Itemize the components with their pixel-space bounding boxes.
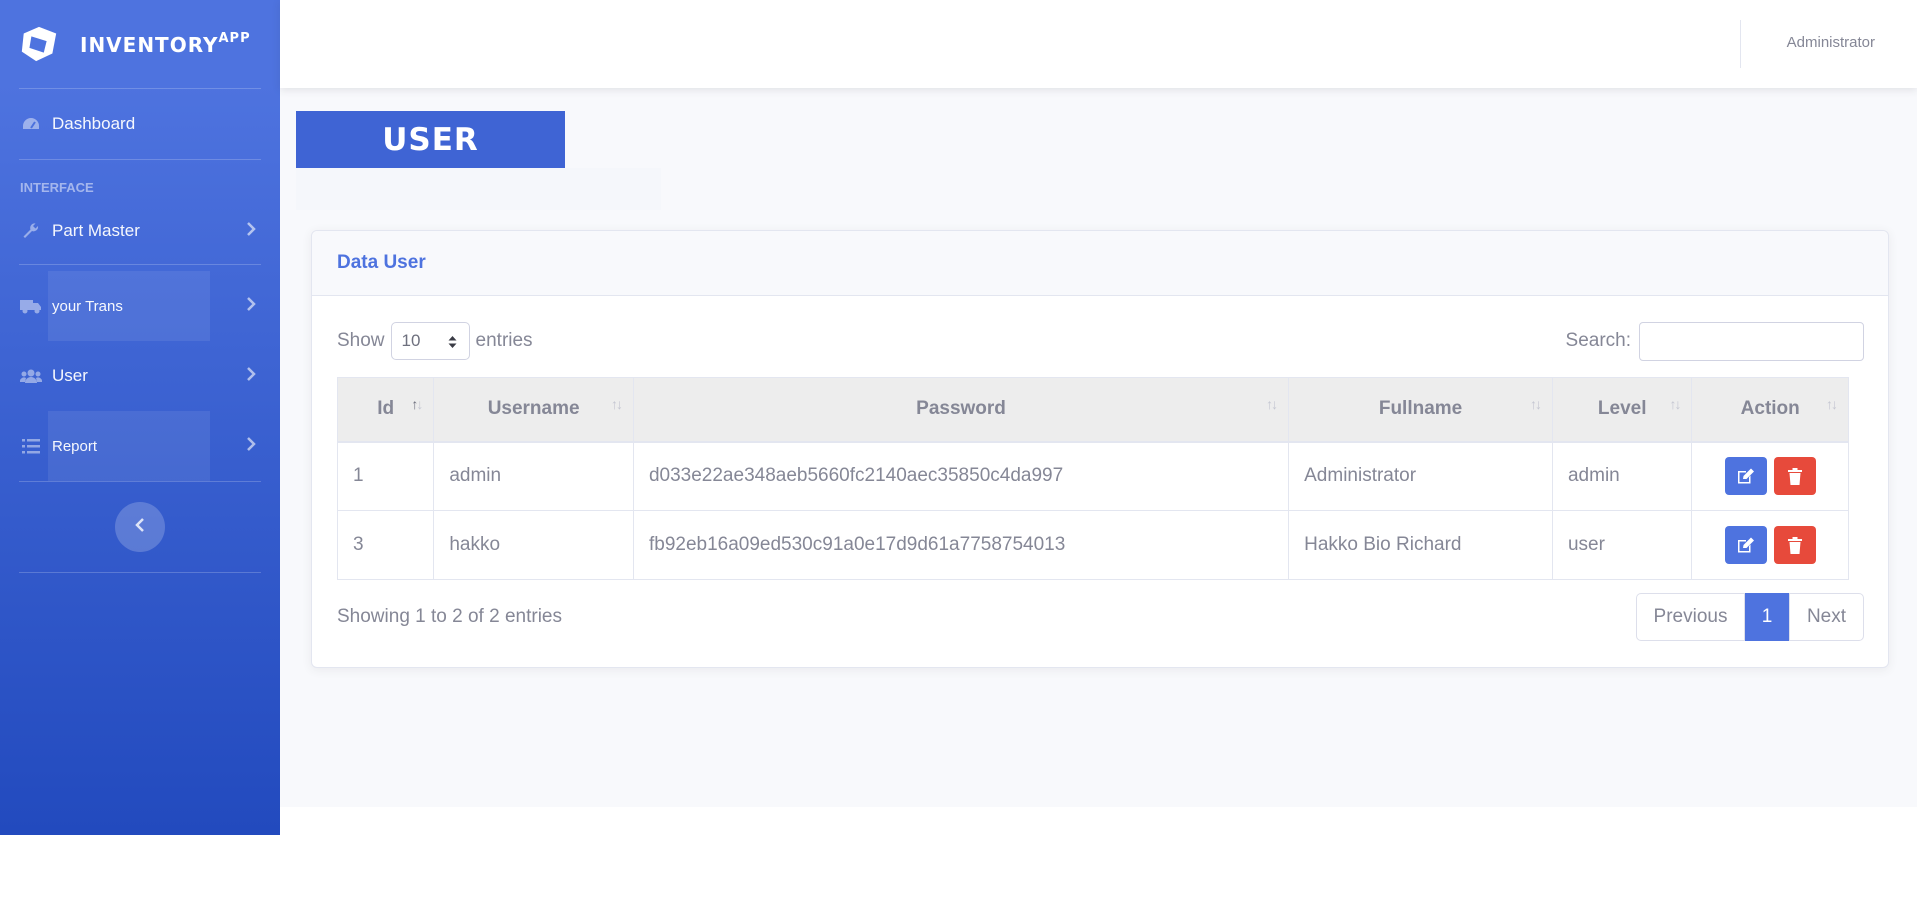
sort-icon: ↑↓ (1826, 396, 1838, 412)
column-header-password[interactable]: Password ↑↓ (632, 377, 1290, 443)
cell-password: d033e22ae348aeb5660fc2140aec35850c4da997 (632, 441, 1290, 511)
cell-password: fb92eb16a09ed530c91a0e17d9d61a7758754013 (632, 510, 1290, 580)
user-menu[interactable]: Administrator (1787, 34, 1875, 51)
topbar-divider (1740, 20, 1741, 68)
pagination: Previous 1 Next (1636, 593, 1864, 641)
column-header-username[interactable]: Username ↑↓ (433, 377, 634, 443)
cell-fullname: Administrator (1288, 441, 1553, 511)
table-row: 3 hakko fb92eb16a09ed530c91a0e17d9d61a77… (336, 510, 1849, 580)
sidebar-toggle-button[interactable] (115, 502, 165, 552)
sort-icon: ↑↓ (610, 396, 623, 412)
search-label: Search: (1565, 330, 1631, 351)
chevron-left-icon (135, 517, 145, 537)
edit-button[interactable] (1724, 526, 1767, 564)
sidebar-divider (19, 264, 261, 265)
chevron-right-icon (246, 366, 256, 386)
sidebar-item-label: Dashboard (52, 114, 136, 133)
table-info: Showing 1 to 2 of 2 entries (337, 606, 562, 627)
table-row: 1 admin d033e22ae348aeb5660fc2140aec3585… (336, 441, 1849, 511)
table-controls: Show 10 entries Search: (337, 321, 1864, 361)
table-header-row: Id ↑↓ Username ↑↓ Password ↑↓ Fullname ↑↓ Le… (336, 377, 1849, 443)
cell-actions (1691, 441, 1849, 511)
sort-icon: ↑↓ (1266, 396, 1278, 412)
search-input[interactable] (1639, 321, 1864, 361)
page-1-button[interactable]: 1 (1745, 593, 1789, 641)
sidebar-toggle-wrap (0, 482, 280, 572)
card-title: Data User (312, 231, 1888, 296)
cell-fullname: Hakko Bio Richard (1288, 510, 1553, 580)
cell-username: hakko (433, 510, 634, 580)
box-logo-icon (18, 23, 60, 65)
edit-icon (1737, 537, 1754, 553)
sidebar-item-dashboard[interactable]: Dashboard (0, 89, 280, 159)
column-header-id[interactable]: Id ↑↓ (336, 377, 435, 443)
cell-actions (1691, 510, 1849, 580)
column-header-level[interactable]: Level ↑↓ (1551, 377, 1693, 443)
topbar: Administrator (280, 0, 1917, 88)
sidebar-item-label: Report (52, 437, 98, 455)
sidebar: INVENTORYAPP Dashboard INTERFACE Part Ma… (0, 0, 280, 835)
delete-button[interactable] (1773, 526, 1816, 564)
cell-level: admin (1551, 441, 1693, 511)
users-table: Id ↑↓ Username ↑↓ Password ↑↓ Fullname ↑↓ Le… (336, 377, 1849, 580)
sidebar-item-user[interactable]: User (0, 341, 280, 411)
entries-select[interactable]: 10 (390, 322, 470, 360)
brand[interactable]: INVENTORYAPP (0, 0, 280, 88)
data-card: Data User Show 10 entries Search: Id ↑↓ U… (311, 230, 1889, 668)
list-icon (20, 437, 42, 455)
main-content: USER Data User Show 10 entries Search: I… (280, 88, 1917, 807)
sidebar-divider (19, 572, 261, 573)
brand-name: INVENTORYAPP (80, 31, 251, 57)
users-icon (20, 367, 42, 385)
delete-button[interactable] (1773, 457, 1816, 496)
sidebar-item-label: User (52, 366, 88, 385)
sidebar-item-label: Part Master (52, 221, 140, 240)
trash-icon (1787, 536, 1802, 554)
page-title: USER (296, 111, 565, 168)
entries-label: entries (475, 330, 533, 351)
chevron-right-icon (246, 221, 256, 241)
cell-id: 3 (336, 510, 435, 580)
chevron-right-icon (246, 296, 256, 316)
column-header-fullname[interactable]: Fullname ↑↓ (1288, 377, 1553, 443)
length-control: Show 10 entries (337, 321, 533, 361)
next-button[interactable]: Next (1789, 593, 1864, 641)
column-header-action[interactable]: Action ↑↓ (1691, 377, 1849, 443)
entries-select-value: 10 (401, 331, 421, 350)
sidebar-item-label: your Trans (52, 297, 123, 315)
truck-icon (20, 297, 42, 315)
chevron-right-icon (246, 436, 256, 456)
cell-id: 1 (336, 441, 435, 511)
sort-asc-icon: ↑↓ (411, 396, 423, 412)
sort-icon: ↑↓ (1529, 396, 1542, 412)
previous-button[interactable]: Previous (1636, 593, 1745, 641)
search-control: Search: (1566, 321, 1864, 361)
cell-level: user (1551, 510, 1693, 580)
show-label: Show (337, 330, 385, 351)
trash-icon (1787, 467, 1802, 485)
sidebar-item-your-trans[interactable]: your Trans (0, 271, 280, 341)
edit-icon (1737, 468, 1754, 484)
cell-username: admin (433, 441, 634, 511)
sidebar-item-part-master[interactable]: Part Master (0, 198, 280, 264)
sidebar-item-report[interactable]: Report (0, 411, 280, 481)
sidebar-heading: INTERFACE (20, 180, 94, 195)
select-arrows-icon (448, 334, 457, 354)
wrench-icon (20, 222, 42, 240)
sort-icon: ↑↓ (1669, 396, 1681, 412)
tachometer-icon (20, 115, 42, 133)
edit-button[interactable] (1724, 457, 1767, 496)
